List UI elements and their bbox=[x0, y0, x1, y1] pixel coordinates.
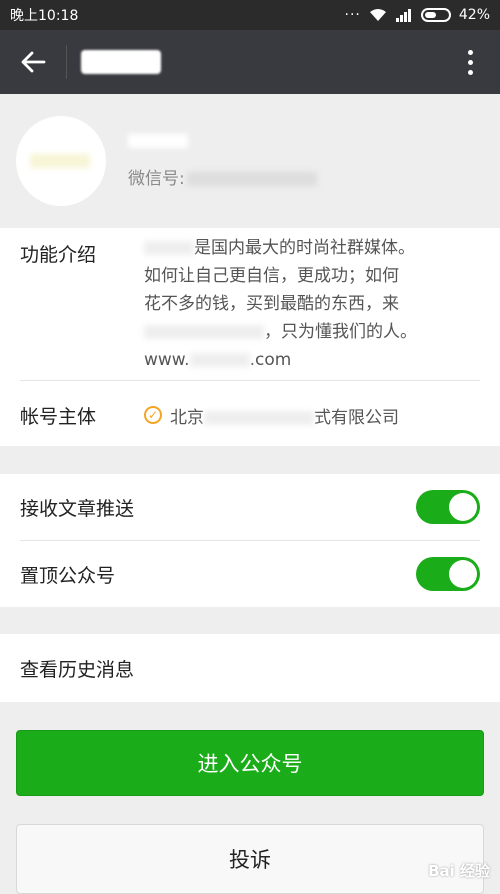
app-bar bbox=[0, 30, 500, 94]
cell-signal-icon bbox=[395, 8, 413, 22]
pin-toggle[interactable] bbox=[416, 557, 480, 591]
title-redacted bbox=[81, 50, 161, 74]
enter-account-button[interactable]: 进入公众号 bbox=[16, 730, 484, 796]
status-time: 晚上10:18 bbox=[10, 5, 78, 25]
history-item[interactable]: 查看历史消息 bbox=[20, 634, 480, 702]
status-bar: 晚上10:18 ··· 42% bbox=[0, 0, 500, 30]
pin-row: 置顶公众号 bbox=[20, 541, 480, 607]
intro-label: 功能介绍 bbox=[20, 240, 144, 374]
pin-label: 置顶公众号 bbox=[20, 561, 115, 588]
wechat-id-redacted bbox=[187, 172, 317, 186]
verified-check-icon: ✓ bbox=[144, 406, 162, 424]
status-right: ··· 42% bbox=[345, 7, 490, 23]
entity-text: 北京式有限公司 bbox=[170, 403, 399, 428]
wechat-id-label: 微信号: bbox=[128, 169, 185, 189]
entity-row[interactable]: 帐号主体 ✓ 北京式有限公司 bbox=[20, 395, 480, 435]
separator bbox=[20, 380, 480, 381]
app-bar-divider bbox=[66, 45, 67, 79]
intro-row: 功能介绍 是国内最大的时尚社群媒体。 如何让自己更自信，更成功；如何 花不多的钱… bbox=[20, 240, 480, 374]
more-vertical-icon bbox=[468, 50, 473, 75]
entity-label: 帐号主体 bbox=[20, 402, 144, 429]
account-name-redacted bbox=[128, 134, 188, 148]
history-card: 查看历史消息 bbox=[0, 634, 500, 702]
intro-text: 是国内最大的时尚社群媒体。 如何让自己更自信，更成功；如何 花不多的钱，买到最酷… bbox=[144, 234, 417, 374]
settings-card: 接收文章推送 置顶公众号 bbox=[0, 474, 500, 607]
signal-dots: ··· bbox=[345, 7, 361, 23]
wechat-id: 微信号: bbox=[128, 164, 317, 189]
push-row: 接收文章推送 bbox=[20, 474, 480, 540]
arrow-left-icon bbox=[20, 50, 46, 74]
profile-section: 微信号: bbox=[0, 94, 500, 228]
wifi-icon bbox=[369, 8, 387, 22]
battery-icon bbox=[421, 8, 451, 22]
report-button[interactable]: 投诉 bbox=[16, 824, 484, 894]
info-card: 功能介绍 是国内最大的时尚社群媒体。 如何让自己更自信，更成功；如何 花不多的钱… bbox=[0, 228, 500, 446]
avatar[interactable] bbox=[16, 116, 106, 206]
watermark-logo: Bai 经验 bbox=[428, 860, 490, 881]
push-toggle[interactable] bbox=[416, 490, 480, 524]
back-button[interactable] bbox=[0, 30, 66, 94]
battery-percent: 42% bbox=[459, 7, 490, 23]
more-button[interactable] bbox=[440, 30, 500, 94]
push-label: 接收文章推送 bbox=[20, 494, 134, 521]
